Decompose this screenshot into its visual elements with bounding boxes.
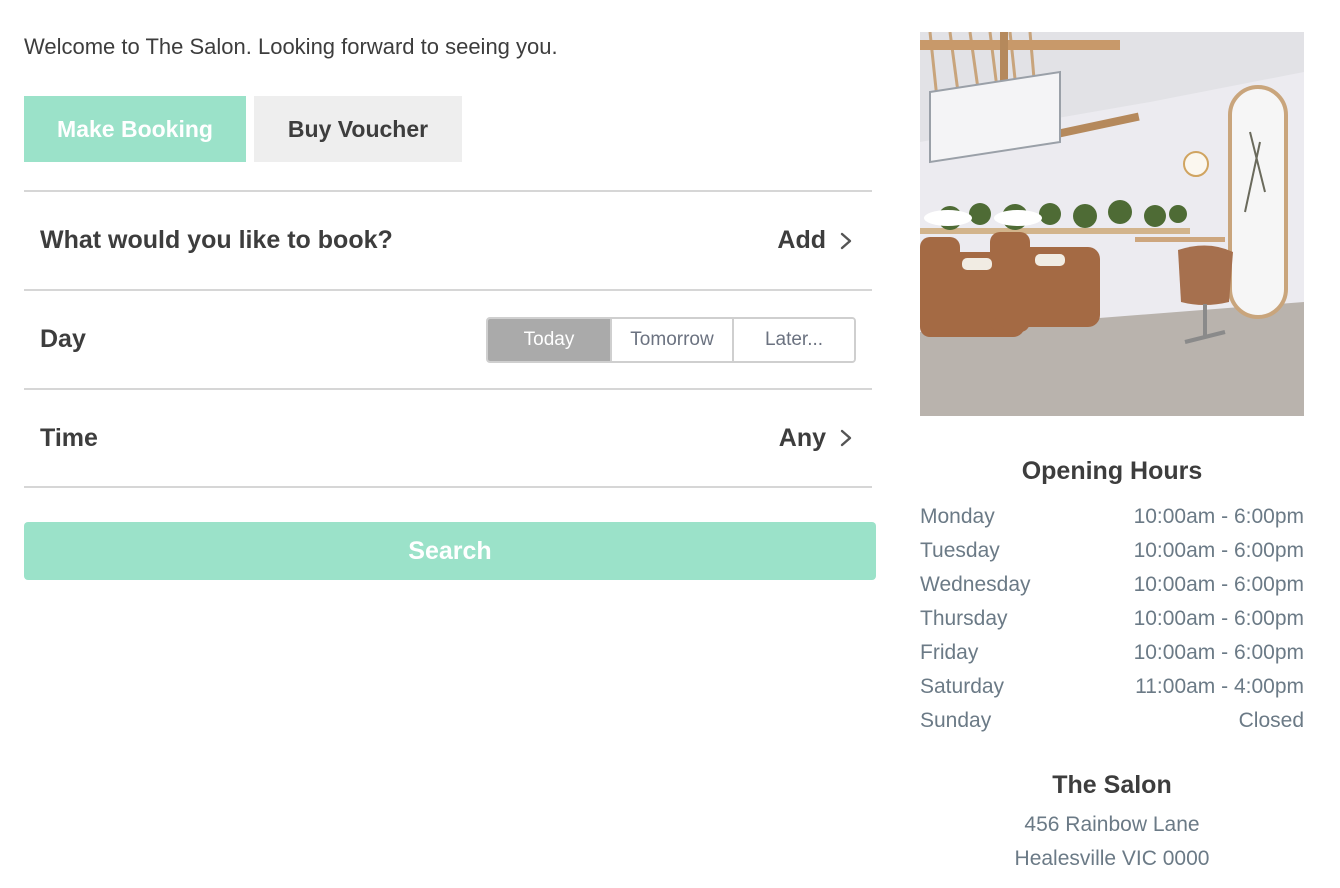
booking-page: Welcome to The Salon. Looking forward to… xyxy=(0,0,1340,888)
day-name: Tuesday xyxy=(920,539,1000,562)
day-hours: 11:00am - 4:00pm xyxy=(1135,675,1304,698)
salon-photo xyxy=(920,32,1304,416)
hours-row-saturday: Saturday 11:00am - 4:00pm xyxy=(920,670,1304,704)
time-row[interactable]: Time Any xyxy=(24,388,872,488)
search-button[interactable]: Search xyxy=(24,522,876,580)
day-hours: 10:00am - 6:00pm xyxy=(1133,573,1304,596)
hours-row-wednesday: Wednesday 10:00am - 6:00pm xyxy=(920,568,1304,602)
add-service-button[interactable]: Add xyxy=(777,226,856,255)
day-name: Wednesday xyxy=(920,573,1031,596)
day-hours: Closed xyxy=(1238,709,1304,732)
day-hours: 10:00am - 6:00pm xyxy=(1133,607,1304,630)
tab-make-booking[interactable]: Make Booking xyxy=(24,96,246,162)
address-line-1: 456 Rainbow Lane xyxy=(1024,813,1200,836)
hours-row-thursday: Thursday 10:00am - 6:00pm xyxy=(920,602,1304,636)
address-line-2: Healesville VIC 0000 xyxy=(1014,847,1210,870)
time-select-button[interactable]: Any xyxy=(779,424,856,453)
day-name: Monday xyxy=(920,505,995,528)
day-option-today[interactable]: Today xyxy=(488,318,610,361)
day-name: Friday xyxy=(920,641,979,664)
salon-info-panel: Opening Hours Monday 10:00am - 6:00pm Tu… xyxy=(920,32,1304,876)
day-row: Day Today Tomorrow Later... xyxy=(24,289,872,388)
day-selector: Today Tomorrow Later... xyxy=(486,316,856,363)
hours-row-sunday: Sunday Closed xyxy=(920,704,1304,738)
day-name: Sunday xyxy=(920,709,992,732)
hours-row-tuesday: Tuesday 10:00am - 6:00pm xyxy=(920,534,1304,568)
time-value: Any xyxy=(778,423,826,452)
day-option-later[interactable]: Later... xyxy=(732,318,854,361)
day-name: Thursday xyxy=(920,607,1008,630)
add-service-label: Add xyxy=(777,226,826,254)
day-hours: 10:00am - 6:00pm xyxy=(1133,641,1304,664)
service-label: What would you like to book? xyxy=(40,226,393,254)
day-hours: 10:00am - 6:00pm xyxy=(1133,505,1304,528)
day-hours: 10:00am - 6:00pm xyxy=(1133,539,1304,562)
service-row[interactable]: What would you like to book? Add xyxy=(24,190,872,289)
time-label: Time xyxy=(40,423,98,452)
opening-hours-list: Monday 10:00am - 6:00pm Tuesday 10:00am … xyxy=(920,500,1304,738)
chevron-right-icon xyxy=(840,429,852,447)
day-label: Day xyxy=(40,325,86,353)
hours-row-monday: Monday 10:00am - 6:00pm xyxy=(920,500,1304,534)
booking-form: What would you like to book? Add Day Tod… xyxy=(24,190,872,488)
business-name: The Salon xyxy=(1052,771,1172,799)
welcome-message: Welcome to The Salon. Looking forward to… xyxy=(24,34,558,59)
tab-buy-voucher[interactable]: Buy Voucher xyxy=(254,96,462,162)
chevron-right-icon xyxy=(840,232,852,249)
day-name: Saturday xyxy=(920,675,1005,698)
booking-tabs: Make Booking Buy Voucher xyxy=(24,96,462,162)
opening-hours-title: Opening Hours xyxy=(1021,457,1203,485)
day-option-tomorrow[interactable]: Tomorrow xyxy=(610,318,732,361)
hours-row-friday: Friday 10:00am - 6:00pm xyxy=(920,636,1304,670)
